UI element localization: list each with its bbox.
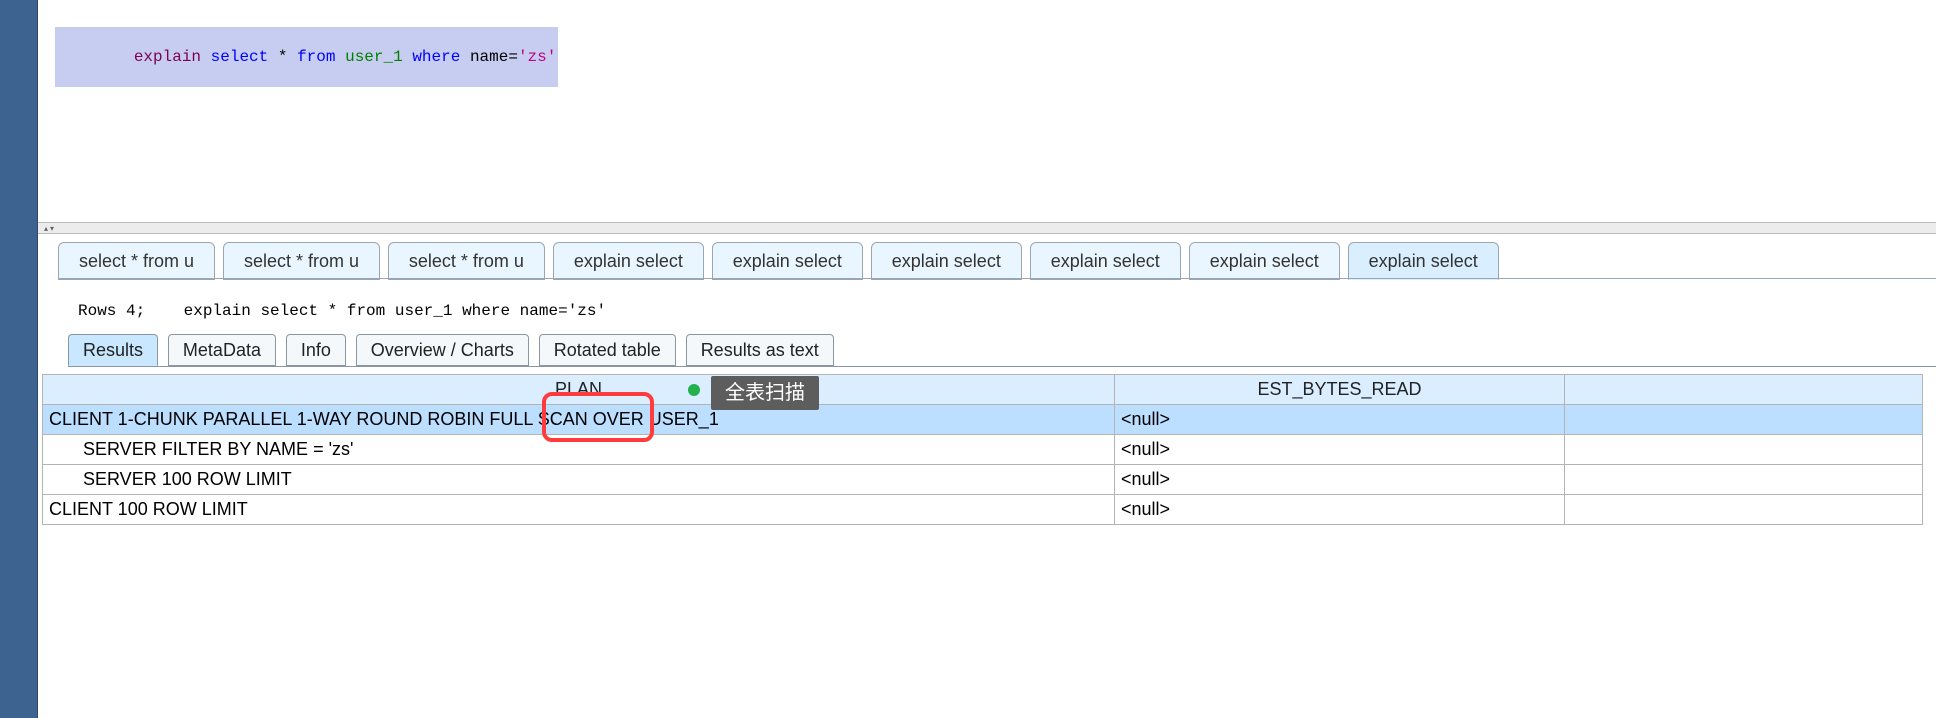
- subtab-results-as-text[interactable]: Results as text: [686, 334, 834, 366]
- subtab-info[interactable]: Info: [286, 334, 346, 366]
- results-table-wrap: PLAN EST_BYTES_READ CLIENT 1-CHUNK PARAL…: [42, 374, 1936, 525]
- sql-editor[interactable]: explain select * from user_1 where name=…: [38, 0, 1936, 222]
- sql-kw-select: select: [211, 48, 269, 66]
- history-tab[interactable]: explain select: [712, 242, 863, 280]
- history-tab[interactable]: select * from u: [388, 242, 545, 280]
- subtab-results[interactable]: Results: [68, 334, 158, 366]
- result-status-line: Rows 4; explain select * from user_1 whe…: [78, 300, 1926, 326]
- cell-est: <null>: [1115, 405, 1565, 435]
- col-header-est-bytes[interactable]: EST_BYTES_READ: [1115, 375, 1565, 405]
- cell-plan: CLIENT 100 ROW LIMIT: [43, 495, 1115, 525]
- cell-extra: [1565, 405, 1923, 435]
- cell-plan: SERVER 100 ROW LIMIT: [43, 465, 1115, 495]
- sql-string: 'zs': [518, 48, 556, 66]
- row-count-label: Rows 4;: [78, 302, 145, 320]
- history-tab[interactable]: select * from u: [223, 242, 380, 280]
- cell-extra: [1565, 465, 1923, 495]
- col-header-extra[interactable]: [1565, 375, 1923, 405]
- sql-statement: explain select * from user_1 where name=…: [55, 27, 558, 87]
- cell-extra: [1565, 495, 1923, 525]
- subtab-metadata[interactable]: MetaData: [168, 334, 276, 366]
- cell-est: <null>: [1115, 495, 1565, 525]
- table-row[interactable]: SERVER 100 ROW LIMIT <null>: [43, 465, 1923, 495]
- history-tab[interactable]: explain select: [1189, 242, 1340, 280]
- subtab-overview-charts[interactable]: Overview / Charts: [356, 334, 529, 366]
- sql-kw-from: from: [297, 48, 335, 66]
- results-table: PLAN EST_BYTES_READ CLIENT 1-CHUNK PARAL…: [42, 374, 1923, 525]
- status-dot-icon: [688, 384, 700, 396]
- sql-kw-explain: explain: [134, 48, 201, 66]
- col-header-plan-label: PLAN: [555, 379, 602, 399]
- sql-kw-where: where: [412, 48, 460, 66]
- history-tab-active[interactable]: explain select: [1348, 242, 1499, 280]
- col-header-plan[interactable]: PLAN: [43, 375, 1115, 405]
- history-tab[interactable]: explain select: [1030, 242, 1181, 280]
- cell-extra: [1565, 435, 1923, 465]
- cell-est: <null>: [1115, 435, 1565, 465]
- sql-table: user_1: [345, 48, 403, 66]
- status-query-echo: explain select * from user_1 where name=…: [184, 302, 606, 320]
- sql-col-eq: name=: [470, 48, 518, 66]
- subtab-rotated-table[interactable]: Rotated table: [539, 334, 676, 366]
- annotation-tooltip: 全表扫描: [711, 376, 819, 410]
- cell-est: <null>: [1115, 465, 1565, 495]
- history-tab[interactable]: explain select: [553, 242, 704, 280]
- cell-plan: SERVER FILTER BY NAME = 'zs': [43, 435, 1115, 465]
- main-area: explain select * from user_1 where name=…: [38, 0, 1936, 718]
- table-row[interactable]: CLIENT 100 ROW LIMIT <null>: [43, 495, 1923, 525]
- result-subtab-underline: [68, 366, 1936, 367]
- history-tab[interactable]: select * from u: [58, 242, 215, 280]
- splitter-grip-icon: ▴▾: [44, 224, 56, 233]
- query-history-tabs: select * from u select * from u select *…: [58, 240, 1936, 280]
- table-row[interactable]: CLIENT 1-CHUNK PARALLEL 1-WAY ROUND ROBI…: [43, 405, 1923, 435]
- result-subtabs: Results MetaData Info Overview / Charts …: [68, 334, 1926, 368]
- cell-plan: CLIENT 1-CHUNK PARALLEL 1-WAY ROUND ROBI…: [43, 405, 1115, 435]
- history-tab-underline: [58, 278, 1936, 279]
- horizontal-splitter[interactable]: ▴▾: [38, 222, 1936, 234]
- results-header-row: PLAN EST_BYTES_READ: [43, 375, 1923, 405]
- sql-star: *: [278, 48, 288, 66]
- left-sidebar: [0, 0, 38, 718]
- history-tab[interactable]: explain select: [871, 242, 1022, 280]
- table-row[interactable]: SERVER FILTER BY NAME = 'zs' <null>: [43, 435, 1923, 465]
